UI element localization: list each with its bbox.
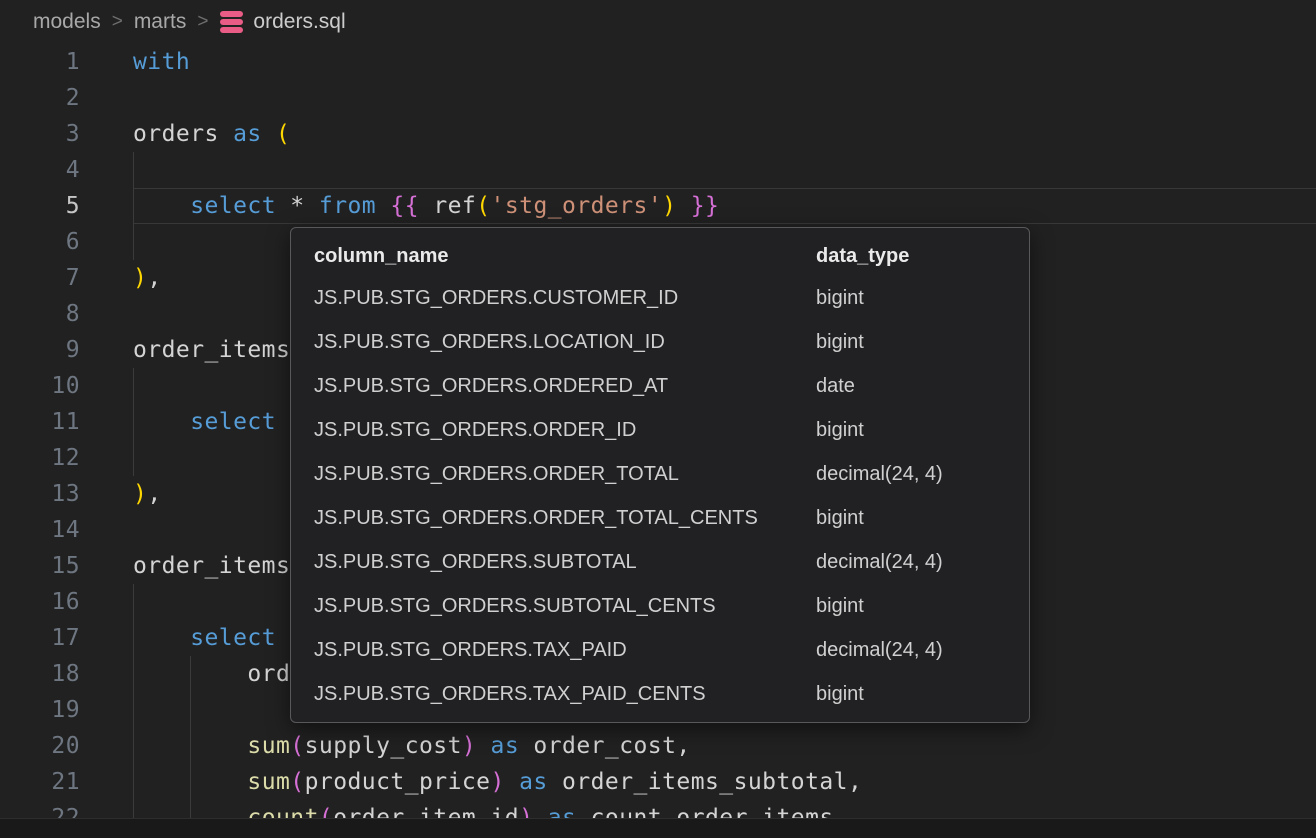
popup-header-row: column_name data_type: [291, 236, 1029, 276]
line-number: 1: [0, 44, 133, 80]
code-line-content: sum(supply_cost) as order_cost,: [133, 728, 1316, 764]
line-number: 13: [0, 476, 133, 512]
editor-window: models > marts > orders.sql 1with23order…: [0, 0, 1316, 838]
column-name-cell: JS.PUB.STG_ORDERS.ORDER_ID: [291, 419, 816, 442]
column-info-popup: column_name data_type JS.PUB.STG_ORDERS.…: [290, 227, 1030, 723]
popup-header-data-type: data_type: [816, 245, 1029, 268]
data-type-cell: decimal(24, 4): [816, 551, 1029, 574]
column-info-row: JS.PUB.STG_ORDERS.ORDER_TOTAL_CENTSbigin…: [291, 496, 1029, 540]
panel-divider: [0, 818, 1316, 838]
breadcrumb-item-models[interactable]: models: [33, 10, 101, 34]
popup-rows: JS.PUB.STG_ORDERS.CUSTOMER_IDbigintJS.PU…: [291, 276, 1029, 716]
line-number: 4: [0, 152, 133, 188]
line-number: 8: [0, 296, 133, 332]
line-number: 16: [0, 584, 133, 620]
code-line-4[interactable]: 4: [0, 152, 1316, 188]
code-line-5[interactable]: 5 select * from {{ ref('stg_orders') }}: [0, 188, 1316, 224]
code-line-content: orders as (: [133, 116, 1316, 152]
column-name-cell: JS.PUB.STG_ORDERS.TAX_PAID_CENTS: [291, 683, 816, 706]
data-type-cell: bigint: [816, 595, 1029, 618]
breadcrumb-separator-icon: >: [112, 11, 123, 33]
column-info-row: JS.PUB.STG_ORDERS.ORDER_IDbigint: [291, 408, 1029, 452]
line-number: 12: [0, 440, 133, 476]
line-number: 20: [0, 728, 133, 764]
code-line-content: [133, 80, 1316, 116]
code-line-1[interactable]: 1with: [0, 44, 1316, 80]
indent-guide: [133, 152, 134, 260]
data-type-cell: bigint: [816, 331, 1029, 354]
column-info-row: JS.PUB.STG_ORDERS.SUBTOTAL_CENTSbigint: [291, 584, 1029, 628]
line-number: 15: [0, 548, 133, 584]
breadcrumb: models > marts > orders.sql: [0, 0, 1316, 44]
data-type-cell: decimal(24, 4): [816, 639, 1029, 662]
column-name-cell: JS.PUB.STG_ORDERS.TAX_PAID: [291, 639, 816, 662]
column-name-cell: JS.PUB.STG_ORDERS.SUBTOTAL_CENTS: [291, 595, 816, 618]
breadcrumb-file-name[interactable]: orders.sql: [253, 10, 345, 34]
breadcrumb-item-marts[interactable]: marts: [134, 10, 187, 34]
line-number: 7: [0, 260, 133, 296]
line-number: 21: [0, 764, 133, 800]
database-icon: [219, 9, 244, 35]
column-info-row: JS.PUB.STG_ORDERS.TAX_PAID_CENTSbigint: [291, 672, 1029, 716]
line-number: 3: [0, 116, 133, 152]
code-line-content: sum(product_price) as order_items_subtot…: [133, 764, 1316, 800]
code-line-content: with: [133, 44, 1316, 80]
data-type-cell: bigint: [816, 507, 1029, 530]
column-info-row: JS.PUB.STG_ORDERS.TAX_PAIDdecimal(24, 4): [291, 628, 1029, 672]
column-info-row: JS.PUB.STG_ORDERS.ORDERED_ATdate: [291, 364, 1029, 408]
column-info-row: JS.PUB.STG_ORDERS.LOCATION_IDbigint: [291, 320, 1029, 364]
code-line-21[interactable]: 21 sum(product_price) as order_items_sub…: [0, 764, 1316, 800]
code-line-content: select * from {{ ref('stg_orders') }}: [133, 188, 1316, 224]
data-type-cell: bigint: [816, 683, 1029, 706]
column-name-cell: JS.PUB.STG_ORDERS.LOCATION_ID: [291, 331, 816, 354]
line-number: 5: [0, 188, 133, 224]
breadcrumb-separator-icon: >: [197, 11, 208, 33]
data-type-cell: decimal(24, 4): [816, 463, 1029, 486]
line-number: 11: [0, 404, 133, 440]
line-number: 9: [0, 332, 133, 368]
line-number: 17: [0, 620, 133, 656]
popup-header-column-name: column_name: [291, 245, 816, 268]
column-name-cell: JS.PUB.STG_ORDERS.ORDER_TOTAL_CENTS: [291, 507, 816, 530]
data-type-cell: bigint: [816, 419, 1029, 442]
line-number: 19: [0, 692, 133, 728]
column-info-row: JS.PUB.STG_ORDERS.SUBTOTALdecimal(24, 4): [291, 540, 1029, 584]
code-line-2[interactable]: 2: [0, 80, 1316, 116]
line-number: 6: [0, 224, 133, 260]
column-name-cell: JS.PUB.STG_ORDERS.ORDERED_AT: [291, 375, 816, 398]
line-number: 2: [0, 80, 133, 116]
line-number: 10: [0, 368, 133, 404]
data-type-cell: date: [816, 375, 1029, 398]
code-line-content: [133, 152, 1316, 188]
indent-guide: [133, 584, 134, 818]
line-number: 14: [0, 512, 133, 548]
column-name-cell: JS.PUB.STG_ORDERS.SUBTOTAL: [291, 551, 816, 574]
column-name-cell: JS.PUB.STG_ORDERS.ORDER_TOTAL: [291, 463, 816, 486]
column-name-cell: JS.PUB.STG_ORDERS.CUSTOMER_ID: [291, 287, 816, 310]
column-info-row: JS.PUB.STG_ORDERS.ORDER_TOTALdecimal(24,…: [291, 452, 1029, 496]
code-line-3[interactable]: 3orders as (: [0, 116, 1316, 152]
code-line-20[interactable]: 20 sum(supply_cost) as order_cost,: [0, 728, 1316, 764]
line-number: 18: [0, 656, 133, 692]
indent-guide: [190, 656, 191, 818]
column-info-row: JS.PUB.STG_ORDERS.CUSTOMER_IDbigint: [291, 276, 1029, 320]
data-type-cell: bigint: [816, 287, 1029, 310]
indent-guide: [133, 368, 134, 476]
